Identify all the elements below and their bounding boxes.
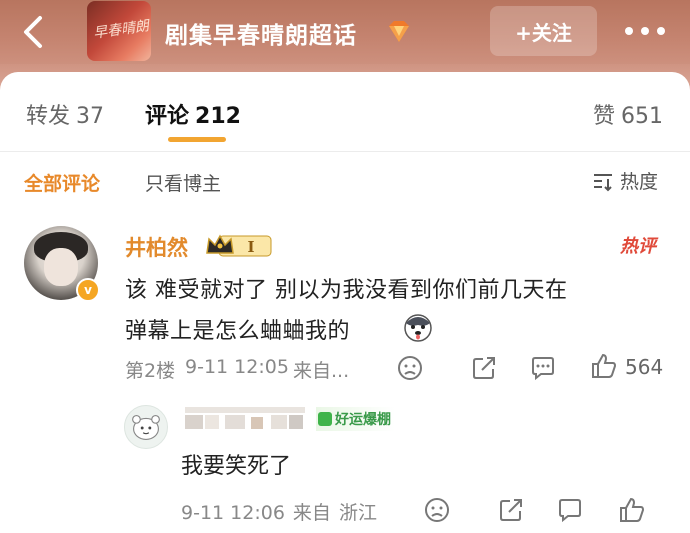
tab-like-count: 651: [621, 104, 663, 129]
fan-level-badge: I: [206, 234, 272, 257]
reply-thumb-up-icon[interactable]: [618, 496, 646, 524]
topic-header: 早春晴朗 剧集早春晴朗超话 +关注: [0, 0, 690, 72]
frown-icon[interactable]: [396, 354, 424, 382]
reply-username-blurred: [185, 407, 305, 429]
reply-text: 我要笑死了: [181, 454, 292, 479]
badge-level-text: I: [247, 238, 254, 256]
sort-by-heat-button[interactable]: 热度: [592, 167, 658, 194]
comment-icon[interactable]: [529, 354, 557, 382]
tab-comment[interactable]: 评论 212: [145, 98, 241, 130]
reply-comment-icon[interactable]: [556, 496, 584, 524]
lucky-tag-icon: [318, 412, 332, 426]
filter-all-comments[interactable]: 全部评论: [24, 169, 100, 196]
reply-meta: 9-11 12:06 来自 浙江: [181, 498, 385, 525]
share-icon[interactable]: [470, 354, 498, 382]
topic-title[interactable]: 剧集早春晴朗超话: [165, 16, 357, 50]
reply-share-icon[interactable]: [497, 496, 525, 524]
verified-badge: v: [76, 278, 100, 302]
chevron-left-icon[interactable]: [14, 12, 54, 52]
comment-text-line-2: 弹幕上是怎么蛐蛐我的: [125, 319, 351, 344]
tab-repost-count: 37: [76, 104, 105, 129]
tab-like-label: 赞: [592, 104, 615, 129]
commenter-username[interactable]: 井柏然: [125, 232, 188, 262]
comment-time: 9-11 12:05: [185, 356, 289, 378]
tab-repost-label: 转发: [26, 104, 71, 129]
follow-button[interactable]: +关注: [490, 6, 597, 56]
reply-frown-icon[interactable]: [423, 496, 451, 524]
hot-comment-tag: 热评: [620, 236, 656, 257]
reply-avatar[interactable]: [124, 405, 168, 449]
more-dots-icon[interactable]: [622, 18, 668, 44]
thumb-up-icon[interactable]: [590, 352, 618, 380]
tab-like[interactable]: 赞 651: [593, 98, 663, 130]
tabs-divider: [0, 151, 690, 152]
reply-tag-label: 好运爆棚: [335, 412, 391, 428]
tab-comment-label: 评论: [145, 104, 190, 129]
reply-time: 9-11 12:06: [181, 502, 285, 524]
comment-text-line-1: 该 难受就对了 别以为我没看到你们前几天在: [125, 278, 568, 303]
comment-floor: 第2楼: [125, 360, 176, 382]
tab-repost[interactable]: 转发 37: [26, 98, 104, 130]
filter-op-only[interactable]: 只看博主: [145, 169, 221, 196]
topic-cover-image[interactable]: 早春晴朗: [87, 1, 151, 61]
comment-source: 来自...: [293, 360, 350, 382]
gem-icon: [389, 21, 409, 42]
husky-emoji-icon: [404, 314, 432, 342]
reply-location: 浙江: [338, 502, 377, 524]
sort-icon: [594, 173, 612, 191]
reply-source-prefix: 来自: [292, 502, 331, 524]
reply-user-tag: 好运爆棚: [316, 407, 395, 431]
active-tab-indicator: [168, 137, 226, 142]
avatar-face: [44, 248, 78, 286]
cover-text: 早春晴朗: [92, 18, 150, 42]
comment-like-count: 564: [625, 355, 664, 379]
sort-label: 热度: [620, 171, 659, 193]
tab-comment-count: 212: [195, 104, 241, 129]
